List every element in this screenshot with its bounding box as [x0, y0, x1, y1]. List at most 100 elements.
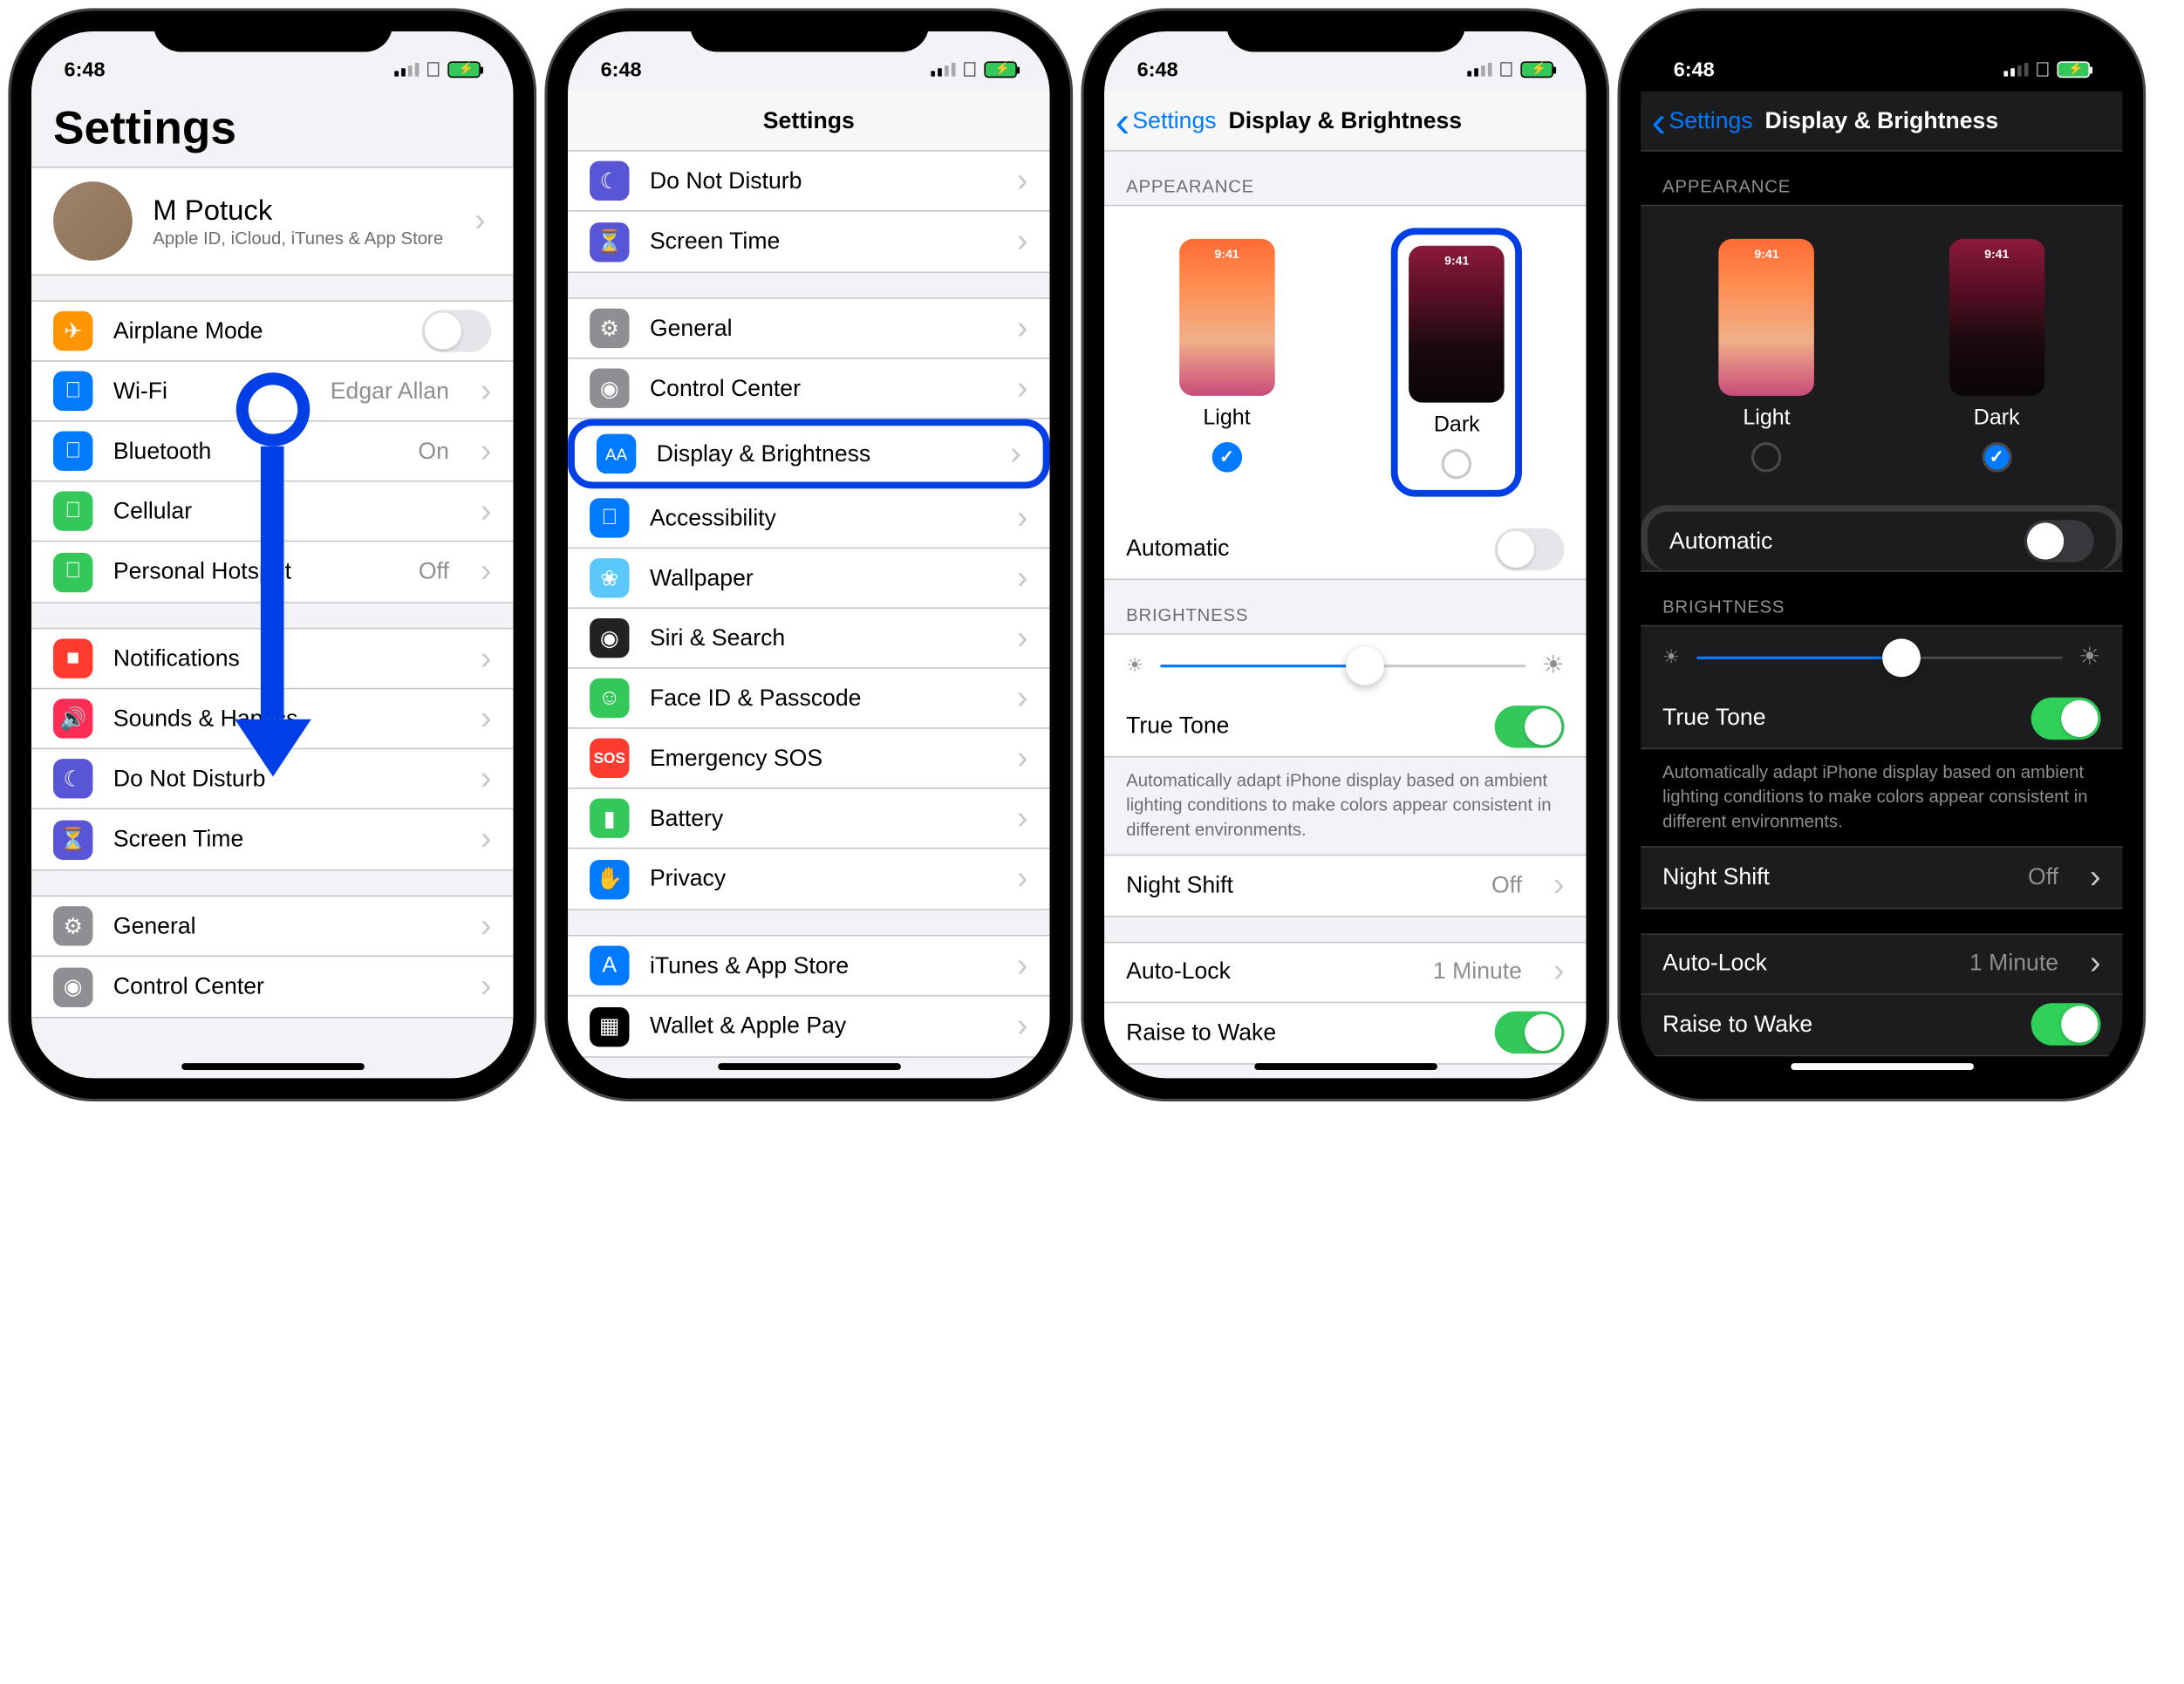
settings-scroll[interactable]: ☾ Do Not Disturb ⏳ Screen Time ⚙︎ Genera…	[568, 152, 1049, 1079]
screen-2: 6:48 􀙇⚡ Settings ☾ Do Not Disturb ⏳ Scre…	[568, 31, 1049, 1078]
navbar: Settings Display & Brightness	[1104, 92, 1586, 152]
screen-4: 6:48 􀙇⚡ Settings Display & Brightness Ap…	[1641, 31, 2122, 1078]
dark-radio[interactable]	[1442, 449, 1471, 479]
brightness-header: Brightness	[1104, 580, 1586, 633]
apple-id-row[interactable]: M Potuck Apple ID, iCloud, iTunes & App …	[31, 167, 513, 274]
avatar	[53, 181, 133, 261]
airplane-icon: ✈︎	[53, 311, 92, 351]
airplane-toggle[interactable]	[422, 310, 492, 352]
home-indicator[interactable]	[717, 1063, 900, 1070]
cellular-icon: 􀖀	[53, 491, 92, 530]
truetone-toggle[interactable]	[1495, 705, 1565, 747]
back-button[interactable]: Settings	[1116, 107, 1217, 134]
dark-radio[interactable]	[1982, 442, 2011, 472]
scroll-down-annotation	[234, 372, 311, 776]
screen-1: 6:48 􀙇 ⚡ Settings M Potuck Apple ID, iCl…	[31, 31, 513, 1078]
status-icons: 􀙇 ⚡	[394, 58, 481, 82]
light-preview: 9:41	[1719, 239, 1815, 396]
notch	[153, 11, 392, 52]
automatic-row[interactable]: Automatic	[1104, 519, 1586, 579]
brightness-slider[interactable]	[1160, 664, 1526, 666]
control-center-icon: ◉	[590, 369, 629, 408]
raise-toggle[interactable]	[1495, 1012, 1565, 1054]
wifi-icon: 􀙇	[53, 372, 92, 411]
display-scroll[interactable]: Appearance 9:41 Light 9:41 Dark Automa	[1104, 152, 1586, 1079]
brightness-slider[interactable]	[1696, 656, 2063, 658]
appearance-dark-option[interactable]: 9:41 Dark	[1938, 228, 2056, 483]
light-preview: 9:41	[1179, 239, 1275, 396]
light-radio[interactable]	[1751, 442, 1781, 472]
dnd-row[interactable]: ☾ Do Not Disturb	[568, 152, 1049, 212]
itunes-row[interactable]: A iTunes & App Store	[568, 937, 1049, 997]
sos-icon: SOS	[590, 739, 629, 778]
appearance-dark-option[interactable]: 9:41 Dark	[1391, 228, 1522, 496]
profile-name: M Potuck	[153, 194, 443, 228]
privacy-icon: ✋	[590, 859, 629, 898]
accessibility-row[interactable]: 􀕾 Accessibility	[568, 488, 1049, 549]
dark-label: Dark	[1974, 406, 2020, 431]
control-center-icon: ◉	[53, 967, 92, 1006]
sounds-icon: 🔊	[53, 699, 92, 738]
siri-row[interactable]: ◉ Siri & Search	[568, 609, 1049, 669]
raise-to-wake-row[interactable]: Raise to Wake	[1104, 1003, 1586, 1063]
signal-icon	[394, 63, 419, 77]
bluetooth-icon: 􀖀	[53, 432, 92, 471]
back-button[interactable]: Settings	[1652, 107, 1753, 134]
nightshift-row[interactable]: Night Shift Off	[1104, 856, 1586, 916]
control-center-row[interactable]: ◉ Control Center	[568, 359, 1049, 419]
gear-icon: ⚙︎	[53, 906, 92, 945]
automatic-row[interactable]: Automatic	[1641, 505, 2122, 570]
emergency-sos-row[interactable]: SOS Emergency SOS	[568, 729, 1049, 789]
light-radio[interactable]	[1211, 442, 1241, 472]
autolock-row[interactable]: Auto-Lock 1 Minute	[1104, 943, 1586, 1003]
screentime-row[interactable]: ⏳ Screen Time	[31, 809, 513, 869]
screentime-row[interactable]: ⏳ Screen Time	[568, 212, 1049, 272]
wallet-icon: ▦	[590, 1006, 629, 1046]
profile-subtitle: Apple ID, iCloud, iTunes & App Store	[153, 228, 443, 248]
display-scroll[interactable]: Appearance 9:41 Light 9:41 Dark Automa	[1641, 152, 2122, 1079]
brightness-header: Brightness	[1641, 572, 2122, 625]
appearance-header: Appearance	[1104, 152, 1586, 205]
appearance-light-option[interactable]: 9:41 Light	[1168, 228, 1286, 496]
autolock-row[interactable]: Auto-Lock 1 Minute	[1641, 934, 2122, 994]
battery-row[interactable]: ▮ Battery	[568, 789, 1049, 849]
control-center-row[interactable]: ◉ Control Center	[31, 957, 513, 1017]
automatic-toggle[interactable]	[1495, 528, 1565, 570]
raise-toggle[interactable]	[2031, 1003, 2101, 1046]
truetone-row[interactable]: True Tone	[1104, 696, 1586, 756]
battery-icon: ▮	[590, 799, 629, 838]
status-time: 6:48	[601, 58, 642, 82]
status-time: 6:48	[1674, 58, 1715, 82]
home-indicator[interactable]	[1790, 1063, 1973, 1070]
status-time: 6:48	[1137, 58, 1178, 82]
automatic-toggle[interactable]	[2024, 520, 2094, 562]
wallpaper-row[interactable]: ❀ Wallpaper	[568, 549, 1049, 609]
gear-icon: ⚙︎	[590, 309, 629, 348]
display-brightness-row[interactable]: AA Display & Brightness	[568, 419, 1049, 488]
home-indicator[interactable]	[181, 1063, 364, 1070]
nightshift-row[interactable]: Night Shift Off	[1641, 847, 2122, 907]
phone-frame-4: 6:48 􀙇⚡ Settings Display & Brightness Ap…	[1621, 11, 2143, 1099]
airplane-mode-row[interactable]: ✈︎ Airplane Mode	[31, 302, 513, 362]
wallet-row[interactable]: ▦ Wallet & Apple Pay	[568, 996, 1049, 1056]
faceid-row[interactable]: ☺ Face ID & Passcode	[568, 669, 1049, 729]
privacy-row[interactable]: ✋ Privacy	[568, 849, 1049, 909]
truetone-toggle[interactable]	[2031, 697, 2101, 740]
truetone-row[interactable]: True Tone	[1641, 688, 2122, 748]
general-row[interactable]: ⚙︎ General	[568, 299, 1049, 359]
dark-label: Dark	[1434, 413, 1480, 438]
brightness-high-icon: ☀︎	[2078, 643, 2100, 672]
dark-preview: 9:41	[1409, 246, 1505, 403]
navbar-title: Display & Brightness	[1229, 107, 1463, 134]
brightness-slider-row[interactable]: ☀︎ ☀︎	[1641, 626, 2122, 687]
truetone-note: Automatically adapt iPhone display based…	[1104, 758, 1586, 854]
home-indicator[interactable]	[1253, 1063, 1437, 1070]
appearance-light-option[interactable]: 9:41 Light	[1708, 228, 1826, 483]
phone-frame-1: 6:48 􀙇 ⚡ Settings M Potuck Apple ID, iCl…	[11, 11, 534, 1099]
status-time: 6:48	[65, 58, 106, 82]
raise-to-wake-row[interactable]: Raise to Wake	[1641, 994, 2122, 1054]
truetone-note: Automatically adapt iPhone display based…	[1641, 749, 2122, 845]
general-row[interactable]: ⚙︎ General	[31, 897, 513, 957]
brightness-high-icon: ☀︎	[1542, 651, 1564, 680]
brightness-slider-row[interactable]: ☀︎ ☀︎	[1104, 635, 1586, 696]
